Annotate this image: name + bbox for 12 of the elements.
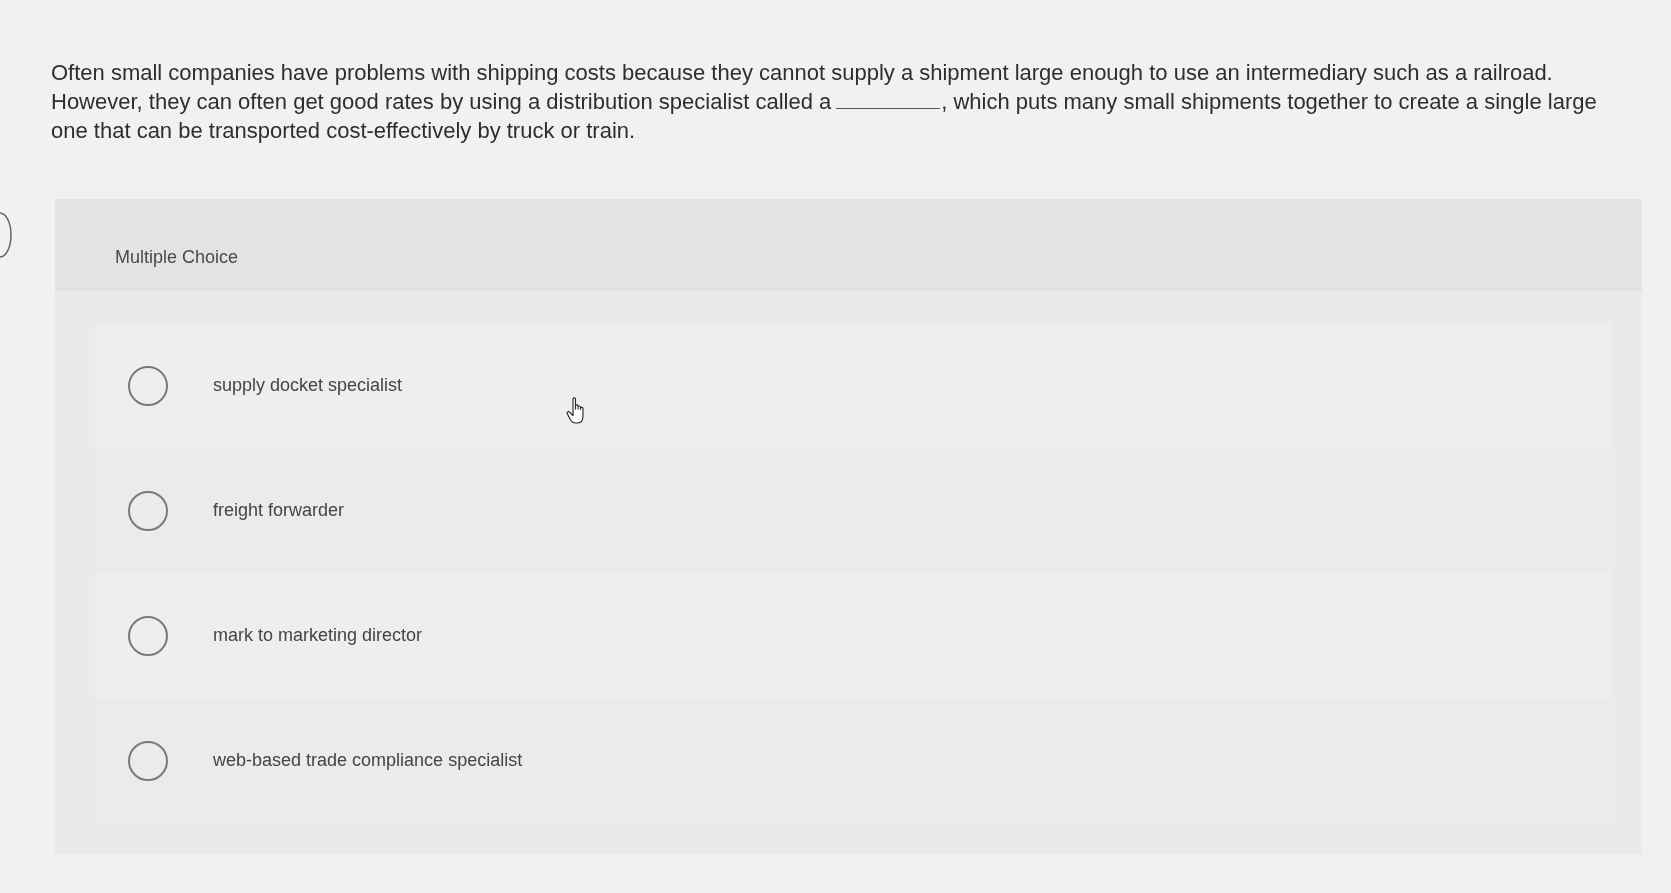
radio-button[interactable] bbox=[128, 740, 168, 781]
option-label[interactable]: web-based trade compliance specialist bbox=[213, 750, 523, 771]
question-text: Often small companies have problems with shipping costs because they cannot supply a shipment large enough to use an intermediary such as a railroad. However, they can often get good rates by using a distribution specialist called a , which puts many small shipments together to create a single large one that can be transported cost-effectively by truck or train. bbox=[51, 59, 1598, 145]
radio-button[interactable] bbox=[128, 365, 168, 406]
option-label[interactable]: supply docket specialist bbox=[213, 375, 403, 396]
question-type-label: Multiple Choice bbox=[115, 246, 239, 268]
answer-option[interactable]: mark to marketing director bbox=[95, 573, 1612, 698]
option-label[interactable]: freight forwarder bbox=[213, 500, 345, 521]
option-label[interactable]: mark to marketing director bbox=[213, 625, 423, 646]
radio-button[interactable] bbox=[128, 490, 168, 531]
radio-button[interactable] bbox=[128, 615, 168, 656]
answer-option[interactable]: supply docket specialist bbox=[95, 323, 1612, 448]
